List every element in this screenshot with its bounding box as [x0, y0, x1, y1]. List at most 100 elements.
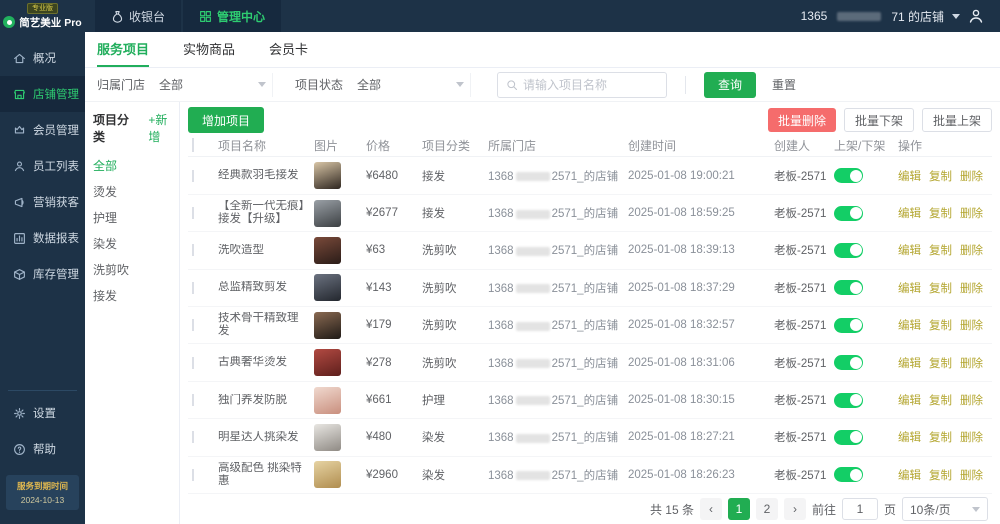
row-checkbox[interactable] [192, 169, 194, 182]
row-checkbox[interactable] [192, 244, 194, 257]
prev-page-button[interactable]: ‹ [699, 498, 722, 520]
edit-link[interactable]: 编辑 [898, 242, 921, 258]
select-all-checkbox[interactable] [192, 138, 194, 153]
category-item-extensions[interactable]: 接发 [93, 287, 179, 304]
status-toggle[interactable] [834, 168, 863, 184]
batch-delete-button[interactable]: 批量删除 [767, 108, 836, 132]
logo-icon [3, 16, 16, 28]
sidebar-item-label: 营销获客 [33, 197, 79, 209]
user-icon[interactable] [968, 8, 984, 24]
copy-link[interactable]: 复制 [929, 429, 952, 445]
row-checkbox[interactable] [192, 431, 194, 444]
copy-link[interactable]: 复制 [929, 467, 952, 483]
reset-button[interactable]: 重置 [764, 72, 804, 98]
tab-physical-goods[interactable]: 实物商品 [183, 39, 235, 67]
status-toggle[interactable] [834, 392, 863, 408]
delete-link[interactable]: 删除 [960, 317, 983, 333]
category-item-perm[interactable]: 烫发 [93, 183, 179, 200]
tab-cashier[interactable]: 收银台 [95, 0, 182, 32]
copy-link[interactable]: 复制 [929, 355, 952, 371]
item-thumbnail [314, 199, 341, 227]
tab-service-items[interactable]: 服务项目 [97, 39, 150, 67]
topbar: 专业版 简艺美业 Pro 收银台 管理中心 1365 71 的店铺 [0, 0, 1000, 32]
page-button-1[interactable]: 1 [727, 498, 750, 520]
delete-link[interactable]: 删除 [960, 355, 983, 371]
row-checkbox[interactable] [192, 394, 194, 407]
row-checkbox[interactable] [192, 468, 194, 481]
filter-bar: 归属门店 全部 项目状态 全部 查询 重置 [85, 68, 1000, 102]
sidebar-item-member-management[interactable]: 会员管理 [0, 112, 85, 148]
status-toggle[interactable] [834, 317, 863, 333]
sidebar-item-label: 帮助 [33, 444, 56, 456]
redacted-text [515, 321, 550, 331]
sidebar-item-label: 店铺管理 [33, 89, 79, 101]
sidebar-item-data-reports[interactable]: 数据报表 [0, 220, 85, 256]
item-created-time: 2025-01-08 18:31:06 [628, 356, 735, 369]
edit-link[interactable]: 编辑 [898, 392, 921, 408]
row-checkbox[interactable] [192, 281, 194, 294]
delete-link[interactable]: 删除 [960, 168, 983, 184]
per-page-select[interactable]: 10条/页 [902, 497, 988, 521]
col-category: 项目分类 [422, 138, 471, 153]
add-category-link[interactable]: +新增 [148, 111, 179, 145]
item-category: 接发 [422, 208, 445, 221]
sidebar-item-store-management[interactable]: 店铺管理 [0, 76, 85, 112]
goto-page-input[interactable] [841, 498, 878, 520]
edit-link[interactable]: 编辑 [898, 205, 921, 221]
item-category: 接发 [422, 170, 445, 183]
status-toggle[interactable] [834, 467, 863, 483]
category-item-care[interactable]: 护理 [93, 209, 179, 226]
delete-link[interactable]: 删除 [960, 467, 983, 483]
copy-link[interactable]: 复制 [929, 242, 952, 258]
sidebar-item-help[interactable]: 帮助 [0, 431, 85, 467]
status-filter-select[interactable]: 全部 [351, 72, 472, 97]
copy-link[interactable]: 复制 [929, 168, 952, 184]
sidebar-item-inventory[interactable]: 库存管理 [0, 256, 85, 292]
add-item-button[interactable]: 增加项目 [188, 107, 265, 133]
copy-link[interactable]: 复制 [929, 317, 952, 333]
delete-link[interactable]: 删除 [960, 280, 983, 296]
status-toggle[interactable] [834, 242, 863, 258]
search-button[interactable]: 查询 [704, 71, 757, 98]
copy-link[interactable]: 复制 [929, 205, 952, 221]
sidebar-item-overview[interactable]: 概况 [0, 40, 85, 76]
account-menu[interactable]: 1365 71 的店铺 [801, 8, 1000, 25]
category-item-all[interactable]: 全部 [93, 157, 179, 174]
item-creator: 老板-2571 [774, 357, 827, 370]
brand-area: 专业版 简艺美业 Pro [0, 0, 85, 32]
tab-membership-cards[interactable]: 会员卡 [269, 39, 308, 67]
delete-link[interactable]: 删除 [960, 242, 983, 258]
edit-link[interactable]: 编辑 [898, 280, 921, 296]
delete-link[interactable]: 删除 [960, 205, 983, 221]
sidebar-item-staff-list[interactable]: 员工列表 [0, 148, 85, 184]
edit-link[interactable]: 编辑 [898, 429, 921, 445]
item-price: ¥278 [366, 356, 392, 369]
row-checkbox[interactable] [192, 319, 194, 332]
store-filter-select[interactable]: 全部 [153, 72, 274, 97]
redacted-text [515, 172, 550, 182]
batch-off-shelf-button[interactable]: 批量下架 [843, 108, 914, 132]
edit-link[interactable]: 编辑 [898, 355, 921, 371]
page-button-2[interactable]: 2 [755, 498, 778, 520]
edit-link[interactable]: 编辑 [898, 168, 921, 184]
batch-on-shelf-button[interactable]: 批量上架 [921, 108, 992, 132]
status-toggle[interactable] [834, 280, 863, 296]
tab-admin-center[interactable]: 管理中心 [183, 0, 282, 32]
copy-link[interactable]: 复制 [929, 392, 952, 408]
copy-link[interactable]: 复制 [929, 280, 952, 296]
search-input[interactable] [523, 77, 654, 92]
delete-link[interactable]: 删除 [960, 392, 983, 408]
category-item-dye[interactable]: 染发 [93, 235, 179, 252]
edit-link[interactable]: 编辑 [898, 317, 921, 333]
edit-link[interactable]: 编辑 [898, 467, 921, 483]
row-checkbox[interactable] [192, 356, 194, 369]
status-toggle[interactable] [834, 205, 863, 221]
row-checkbox[interactable] [192, 207, 194, 220]
delete-link[interactable]: 删除 [960, 429, 983, 445]
category-item-wash-cut[interactable]: 洗剪吹 [93, 261, 179, 278]
sidebar-item-marketing[interactable]: 营销获客 [0, 184, 85, 220]
sidebar-item-settings[interactable]: 设置 [0, 395, 85, 431]
status-toggle[interactable] [834, 355, 863, 371]
status-toggle[interactable] [834, 429, 863, 445]
next-page-button[interactable]: › [783, 498, 806, 520]
